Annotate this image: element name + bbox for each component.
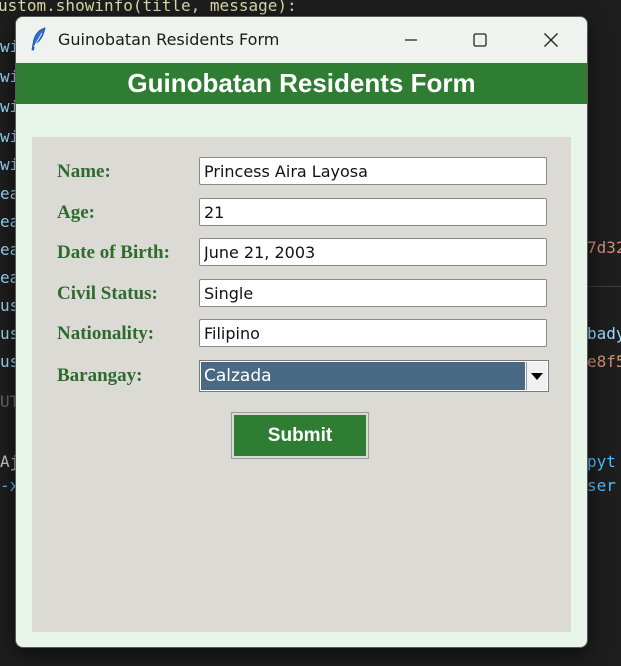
chevron-down-icon (531, 373, 543, 380)
minimize-button[interactable] (388, 17, 434, 62)
barangay-label: Barangay: (57, 365, 143, 386)
dob-field[interactable] (199, 238, 547, 266)
age-field[interactable] (199, 198, 547, 226)
bg-code-top: ustom.showinfo(title, message): (0, 0, 297, 15)
feather-icon (31, 27, 46, 51)
title-bar[interactable]: Guinobatan Residents Form (16, 17, 587, 62)
app-window: Guinobatan Residents Form Guinobatan Res… (15, 16, 588, 648)
submit-button-label: Submit (234, 415, 366, 456)
bg-code-right-5: ser (587, 476, 616, 495)
nationality-field[interactable] (199, 319, 547, 347)
barangay-select[interactable]: Calzada (199, 360, 549, 392)
form-header: Guinobatan Residents Form (16, 63, 587, 104)
minimize-icon (405, 38, 417, 41)
bg-code-right-4: pyt (587, 452, 616, 471)
bg-code-right-2: bady (587, 324, 621, 343)
nationality-label: Nationality: (57, 323, 155, 344)
submit-button[interactable]: Submit (231, 412, 369, 459)
barangay-selected-value: Calzada (201, 362, 525, 390)
civil-status-label: Civil Status: (57, 283, 158, 304)
dropdown-arrow-button[interactable] (526, 362, 547, 390)
name-label: Name: (57, 161, 111, 182)
name-field[interactable] (199, 157, 547, 185)
bg-code-right-3: e8f5 (587, 352, 621, 371)
bg-separator (587, 286, 621, 287)
maximize-button[interactable] (457, 17, 503, 62)
form-panel: Name: Age: Date of Birth: Civil Status: … (32, 137, 571, 632)
close-icon (544, 32, 558, 47)
age-label: Age: (57, 202, 95, 223)
civil-status-field[interactable] (199, 279, 547, 307)
bg-code-right-1: 7d32 (587, 238, 621, 257)
close-button[interactable] (528, 17, 574, 62)
dob-label: Date of Birth: (57, 242, 170, 263)
maximize-icon (473, 32, 487, 47)
window-title: Guinobatan Residents Form (58, 30, 280, 49)
header-title: Guinobatan Residents Form (127, 68, 476, 98)
